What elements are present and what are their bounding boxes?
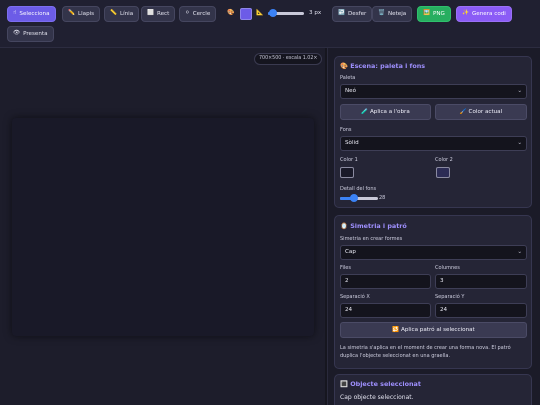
apply-palette-button[interactable]: 🧪 Aplica a l'obra <box>340 104 431 120</box>
detail-slider[interactable] <box>340 194 378 202</box>
present-button[interactable]: 👁 Presenta <box>7 26 54 42</box>
columns-label: Columnes <box>435 265 460 271</box>
color2-swatch[interactable] <box>436 167 450 178</box>
undo-label: Desfer <box>347 11 367 17</box>
stroke-width-slider[interactable] <box>268 9 304 17</box>
grid-icon: 🔳 <box>340 380 348 388</box>
triangle-ruler-icon: 📐 <box>256 9 264 16</box>
stroke-width-knob[interactable] <box>269 9 277 17</box>
detail-slider-knob[interactable] <box>350 194 358 202</box>
rows-label: Files <box>340 265 351 271</box>
no-selection-text: Cap objecte seleccionat. <box>340 394 414 401</box>
toolbar: ☝ Selecciona ✏️ Llapis 📏 Línia ⬜ Rect ⚪ … <box>0 0 540 48</box>
background-label: Fons <box>340 127 352 133</box>
current-color-button[interactable]: 🖌️ Color actual <box>435 104 527 120</box>
palette-label: Paleta <box>340 75 356 81</box>
present-label: Presenta <box>23 31 48 37</box>
mirror-icon: 🪞 <box>340 222 348 230</box>
selected-object-title-text: Objecte seleccionat <box>350 380 421 388</box>
symmetry-title-text: Simetria i patró <box>350 222 407 230</box>
scene-title-text: Escena: paleta i fons <box>350 62 426 70</box>
circle-tool-label: Cercle <box>192 11 211 17</box>
square-icon: ⬜ <box>147 10 154 17</box>
rect-tool-button[interactable]: ⬜ Rect <box>141 6 176 22</box>
symmetry-select-value: Cap <box>345 249 356 255</box>
pencil-tool-button[interactable]: ✏️ Llapis <box>62 6 101 22</box>
chevron-down-icon: ⌄ <box>517 88 522 94</box>
circle-tool-button[interactable]: ⚪ Cercle <box>179 6 217 22</box>
generate-code-button[interactable]: ✨ Genera codi <box>456 6 512 22</box>
palette-select-value: Neó <box>345 88 357 94</box>
detail-value: 28 <box>379 195 386 201</box>
image-icon: 🖼️ <box>423 10 430 17</box>
color1-label: Color 1 <box>340 157 358 163</box>
separation-y-label: Separació Y <box>435 294 465 300</box>
clear-button[interactable]: 🗑️ Neteja <box>372 6 413 22</box>
scene-card-title: 🎨 Escena: paleta i fons <box>340 62 425 70</box>
background-select-value: Sòlid <box>345 140 359 146</box>
columns-input[interactable]: 3 <box>435 274 527 289</box>
export-png-label: PNG <box>432 11 445 17</box>
symmetry-label: Simetria en crear formes <box>340 236 403 242</box>
export-png-button[interactable]: 🖼️ PNG <box>417 6 451 22</box>
drawing-canvas[interactable] <box>12 118 314 336</box>
canvas-size-badge: 700×500 · escala 1.02× <box>254 53 323 65</box>
separation-y-input[interactable]: 24 <box>435 303 527 318</box>
line-tool-button[interactable]: 📏 Línia <box>104 6 140 22</box>
stroke-width-value: 3 px <box>309 10 322 16</box>
symmetry-select[interactable]: Cap ⌄ <box>340 245 527 260</box>
separation-x-input[interactable]: 24 <box>340 303 431 318</box>
palette-icon: 🎨 <box>340 62 348 70</box>
chevron-down-icon: ⌄ <box>517 140 522 146</box>
pencil-icon: ✏️ <box>68 10 75 17</box>
ruler-icon: 📏 <box>110 10 117 17</box>
eye-icon: 👁 <box>13 30 21 37</box>
undo-icon: ↩️ <box>338 10 345 17</box>
background-select[interactable]: Sòlid ⌄ <box>340 136 527 151</box>
pointer-icon: ☝ <box>13 10 17 17</box>
rows-input[interactable]: 2 <box>340 274 431 289</box>
sparkles-icon: ✨ <box>462 10 469 17</box>
color2-label: Color 2 <box>435 157 453 163</box>
clear-label: Neteja <box>387 11 407 17</box>
rect-tool-label: Rect <box>156 11 170 17</box>
select-tool-label: Selecciona <box>19 11 50 17</box>
symmetry-note: La simetria s'aplica en el moment de cre… <box>340 345 511 359</box>
detail-label: Detall del fons <box>340 186 377 192</box>
select-tool-button[interactable]: ☝ Selecciona <box>7 6 56 22</box>
color-picker[interactable] <box>240 8 252 20</box>
pencil-tool-label: Llapis <box>77 11 95 17</box>
palette-icon: 🎨 <box>227 9 235 16</box>
color1-swatch[interactable] <box>340 167 354 178</box>
selected-object-title: 🔳 Objecte seleccionat <box>340 380 421 388</box>
apply-pattern-button[interactable]: 🔁 Aplica patró al seleccionat <box>340 322 527 338</box>
trash-icon: 🗑️ <box>378 10 385 17</box>
line-tool-label: Línia <box>119 11 134 17</box>
separation-x-label: Separació X <box>340 294 370 300</box>
chevron-down-icon: ⌄ <box>517 249 522 255</box>
symmetry-card-title: 🪞 Simetria i patró <box>340 222 407 230</box>
generate-code-label: Genera codi <box>471 11 506 17</box>
undo-button[interactable]: ↩️ Desfer <box>332 6 373 22</box>
palette-select[interactable]: Neó ⌄ <box>340 84 527 99</box>
circle-icon: ⚪ <box>185 10 190 17</box>
